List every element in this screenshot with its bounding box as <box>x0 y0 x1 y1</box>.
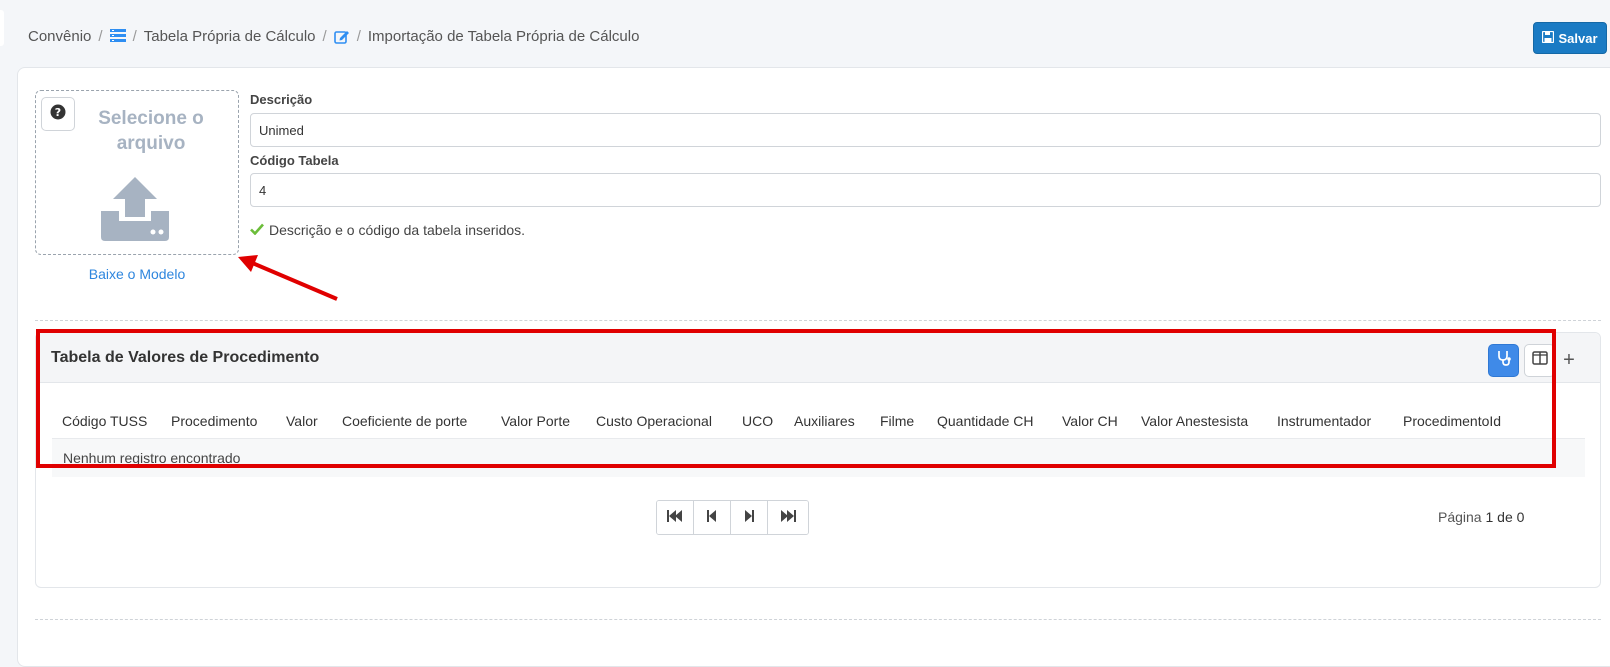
column-header[interactable]: UCO <box>742 413 773 429</box>
breadcrumb-item-tabela[interactable]: Tabela Própria de Cálculo <box>144 28 316 45</box>
column-header[interactable]: Instrumentador <box>1277 413 1371 429</box>
column-header[interactable]: Valor <box>286 413 318 429</box>
check-icon <box>250 222 264 238</box>
column-header[interactable]: Valor CH <box>1062 413 1118 429</box>
page-indicator: Página 1 de 0 <box>1438 509 1524 525</box>
descricao-input[interactable] <box>250 113 1601 147</box>
column-header[interactable]: Filme <box>880 413 914 429</box>
fast-backward-icon <box>667 509 683 527</box>
grid-title: Tabela de Valores de Procedimento <box>51 349 320 366</box>
codigo-tabela-label: Código Tabela <box>250 153 339 168</box>
annotation-arrow-icon <box>238 255 338 301</box>
breadcrumb-separator: / <box>132 27 137 45</box>
svg-text:?: ? <box>55 106 61 119</box>
table-header-row: Código TUSS Procedimento Valor Coeficien… <box>52 403 1585 439</box>
file-upload-dropzone[interactable]: ? Selecione o arquivo <box>35 90 239 255</box>
last-page-button[interactable] <box>768 501 808 534</box>
breadcrumb-item-convenio[interactable]: Convênio <box>28 28 91 45</box>
column-header[interactable]: Coeficiente de porte <box>342 413 467 429</box>
validation-message: Descrição e o código da tabela inseridos… <box>250 222 525 238</box>
descricao-label: Descrição <box>250 92 313 107</box>
columns-icon <box>1531 351 1548 370</box>
edit-icon <box>333 29 350 44</box>
breadcrumb-separator: / <box>322 27 327 45</box>
help-button[interactable]: ? <box>41 97 75 131</box>
column-header[interactable]: Custo Operacional <box>596 413 712 429</box>
save-label: Salvar <box>1558 30 1598 46</box>
breadcrumb: Convênio / / Tabela Própria de Cálculo /… <box>28 26 639 46</box>
previous-page-button[interactable] <box>694 501 731 534</box>
column-header[interactable]: ProcedimentoId <box>1403 413 1501 429</box>
floppy-disk-icon <box>1542 30 1555 46</box>
page-total: 0 <box>1516 509 1525 525</box>
column-header[interactable]: Código TUSS <box>62 413 147 429</box>
grid-header: Tabela de Valores de Procedimento + <box>36 333 1600 383</box>
add-row-button[interactable]: + <box>1558 344 1580 377</box>
next-page-button[interactable] <box>731 501 768 534</box>
column-header[interactable]: Valor Porte <box>501 413 570 429</box>
upload-icon <box>101 177 169 246</box>
page-de: de <box>1497 509 1513 525</box>
stethoscope-button[interactable] <box>1488 344 1519 377</box>
procedure-table: Código TUSS Procedimento Valor Coeficien… <box>52 403 1585 477</box>
column-header[interactable]: Procedimento <box>171 413 257 429</box>
page-prefix: Página <box>1438 509 1482 525</box>
bottom-divider <box>35 619 1601 620</box>
step-backward-icon <box>707 509 717 527</box>
save-button[interactable]: Salvar <box>1533 22 1607 54</box>
upload-title: Selecione o arquivo <box>98 108 204 154</box>
validation-text: Descrição e o código da tabela inseridos… <box>269 222 526 238</box>
section-divider <box>35 320 1601 321</box>
stethoscope-icon <box>1496 350 1512 371</box>
step-forward-icon <box>744 509 754 527</box>
fast-forward-icon <box>780 509 796 527</box>
column-header[interactable]: Valor Anestesista <box>1141 413 1248 429</box>
procedure-values-grid: Tabela de Valores de Procedimento + Códi… <box>35 332 1601 588</box>
breadcrumb-separator: / <box>356 27 361 45</box>
columns-toggle-button[interactable] <box>1524 344 1555 377</box>
first-page-button[interactable] <box>657 501 694 534</box>
pagination-controls <box>656 500 809 535</box>
side-tab <box>0 10 4 46</box>
download-model-link[interactable]: Baixe o Modelo <box>35 266 239 282</box>
empty-table-row: Nenhum registro encontrado <box>52 439 1585 477</box>
codigo-tabela-input[interactable] <box>250 173 1601 207</box>
breadcrumb-item-importacao: Importação de Tabela Própria de Cálculo <box>367 27 640 45</box>
column-header[interactable]: Auxiliares <box>794 413 855 429</box>
column-header[interactable]: Quantidade CH <box>937 413 1034 429</box>
breadcrumb-separator: / <box>98 27 103 45</box>
page-current: 1 <box>1485 509 1494 525</box>
list-icon <box>109 29 126 43</box>
question-circle-icon: ? <box>50 104 66 125</box>
